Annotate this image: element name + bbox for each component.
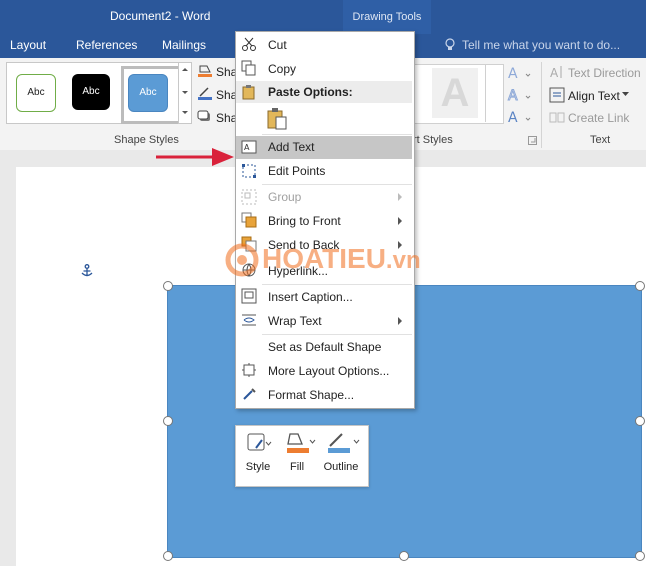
mini-outline-label[interactable]: Outline	[318, 461, 364, 473]
hoatieu-logo-icon	[225, 243, 259, 277]
edit-points-icon	[242, 164, 256, 178]
outline-pen-icon[interactable]	[326, 430, 362, 456]
window-title: Document2 - Word	[110, 9, 211, 23]
red-pointer-arrow	[156, 148, 234, 166]
watermark-brand: HOATIEU.vn	[262, 243, 421, 275]
paste-clipboard-icon	[242, 85, 255, 100]
paste-keep-formatting-icon[interactable]	[266, 107, 290, 131]
svg-text:A: A	[550, 66, 559, 80]
drawing-tools-label: Drawing Tools	[343, 0, 431, 34]
align-text-icon	[549, 87, 565, 103]
shape-fill-icon[interactable]	[197, 64, 213, 78]
svg-text:A: A	[244, 143, 250, 152]
title-bar	[0, 0, 646, 34]
mini-style-label[interactable]: Style	[240, 461, 276, 473]
scissors-icon	[242, 37, 256, 51]
copy-icon	[241, 60, 256, 76]
format-shape-icon	[243, 388, 256, 400]
watermark-suffix: .vn	[385, 247, 421, 274]
resize-handle-right[interactable]	[635, 416, 645, 426]
mini-fill-label[interactable]: Fill	[284, 461, 310, 473]
group-divider	[541, 62, 542, 148]
text-group-label: Text	[590, 134, 611, 146]
style-sample-black[interactable]: Abc	[72, 74, 110, 110]
menu-item-add-text-highlight	[236, 136, 412, 159]
text-direction-button[interactable]: Text Direction	[568, 66, 641, 80]
anchor-icon	[81, 264, 93, 277]
text-direction-icon: A	[550, 66, 562, 80]
resize-handle-bottom-left[interactable]	[163, 551, 173, 561]
submenu-arrow-icon	[398, 193, 402, 201]
wordart-scroll[interactable]	[485, 64, 498, 122]
svg-text:A: A	[508, 110, 518, 126]
resize-handle-bottom[interactable]	[399, 551, 409, 561]
menu-item-wrap-text[interactable]: Wrap Text	[268, 314, 322, 328]
lightbulb-icon	[445, 38, 455, 50]
create-link-icon	[549, 112, 565, 123]
dialog-launcher-icon[interactable]	[528, 136, 537, 145]
menu-item-add-text[interactable]: Add Text	[268, 140, 314, 154]
tab-layout[interactable]: Layout	[10, 38, 46, 52]
menu-separator	[262, 284, 412, 285]
paste-options-label: Paste Options:	[268, 85, 353, 99]
menu-separator	[262, 134, 412, 135]
watermark-brand-text: HOATIEU	[262, 243, 386, 274]
menu-separator	[262, 184, 412, 185]
create-link-button[interactable]: Create Link	[568, 111, 629, 125]
resize-handle-top-left[interactable]	[163, 281, 173, 291]
shape-effects-icon[interactable]	[197, 110, 213, 124]
shape-outline-icon[interactable]	[197, 87, 213, 101]
menu-item-set-default-shape[interactable]: Set as Default Shape	[268, 340, 381, 354]
menu-item-group[interactable]: Group	[268, 190, 301, 204]
menu-item-cut[interactable]: Cut	[268, 38, 287, 52]
wordart-preview[interactable]: A	[432, 68, 478, 118]
menu-item-bring-to-front[interactable]: Bring to Front	[268, 214, 341, 228]
wordart-styles-group-label: rt Styles	[413, 134, 453, 146]
menu-item-copy[interactable]: Copy	[268, 62, 296, 76]
resize-handle-top-right[interactable]	[635, 281, 645, 291]
tab-references[interactable]: References	[76, 38, 137, 52]
tab-mailings[interactable]: Mailings	[162, 38, 206, 52]
bring-to-front-icon	[241, 212, 257, 228]
style-sample-outline[interactable]: Abc	[16, 74, 56, 112]
gallery-arrows-icon	[182, 68, 188, 114]
chevron-down-icon	[622, 92, 629, 96]
menu-item-edit-points[interactable]: Edit Points	[268, 164, 325, 178]
text-fill-outline-effects-icon[interactable]: A A A	[506, 64, 532, 126]
tell-me-search[interactable]: Tell me what you want to do...	[462, 38, 620, 52]
menu-item-insert-caption[interactable]: Insert Caption...	[268, 290, 353, 304]
group-icon	[241, 189, 257, 205]
menu-item-more-layout-options[interactable]: More Layout Options...	[268, 364, 389, 378]
layout-options-icon	[242, 363, 256, 377]
style-paintbrush-icon[interactable]	[246, 432, 272, 454]
resize-handle-left[interactable]	[163, 416, 173, 426]
menu-separator	[262, 334, 412, 335]
submenu-arrow-icon	[398, 317, 402, 325]
submenu-arrow-icon	[398, 217, 402, 225]
menu-item-format-shape[interactable]: Format Shape...	[268, 388, 354, 402]
svg-text:A: A	[508, 66, 518, 82]
insert-caption-icon	[241, 288, 257, 304]
align-text-button[interactable]: Align Text	[568, 89, 620, 103]
wrap-text-icon	[242, 314, 256, 326]
text-box-icon: A	[241, 140, 257, 154]
fill-bucket-icon[interactable]	[284, 430, 316, 456]
style-sample-blue[interactable]: Abc	[128, 74, 168, 112]
svg-text:A: A	[508, 88, 518, 104]
resize-handle-bottom-right[interactable]	[635, 551, 645, 561]
